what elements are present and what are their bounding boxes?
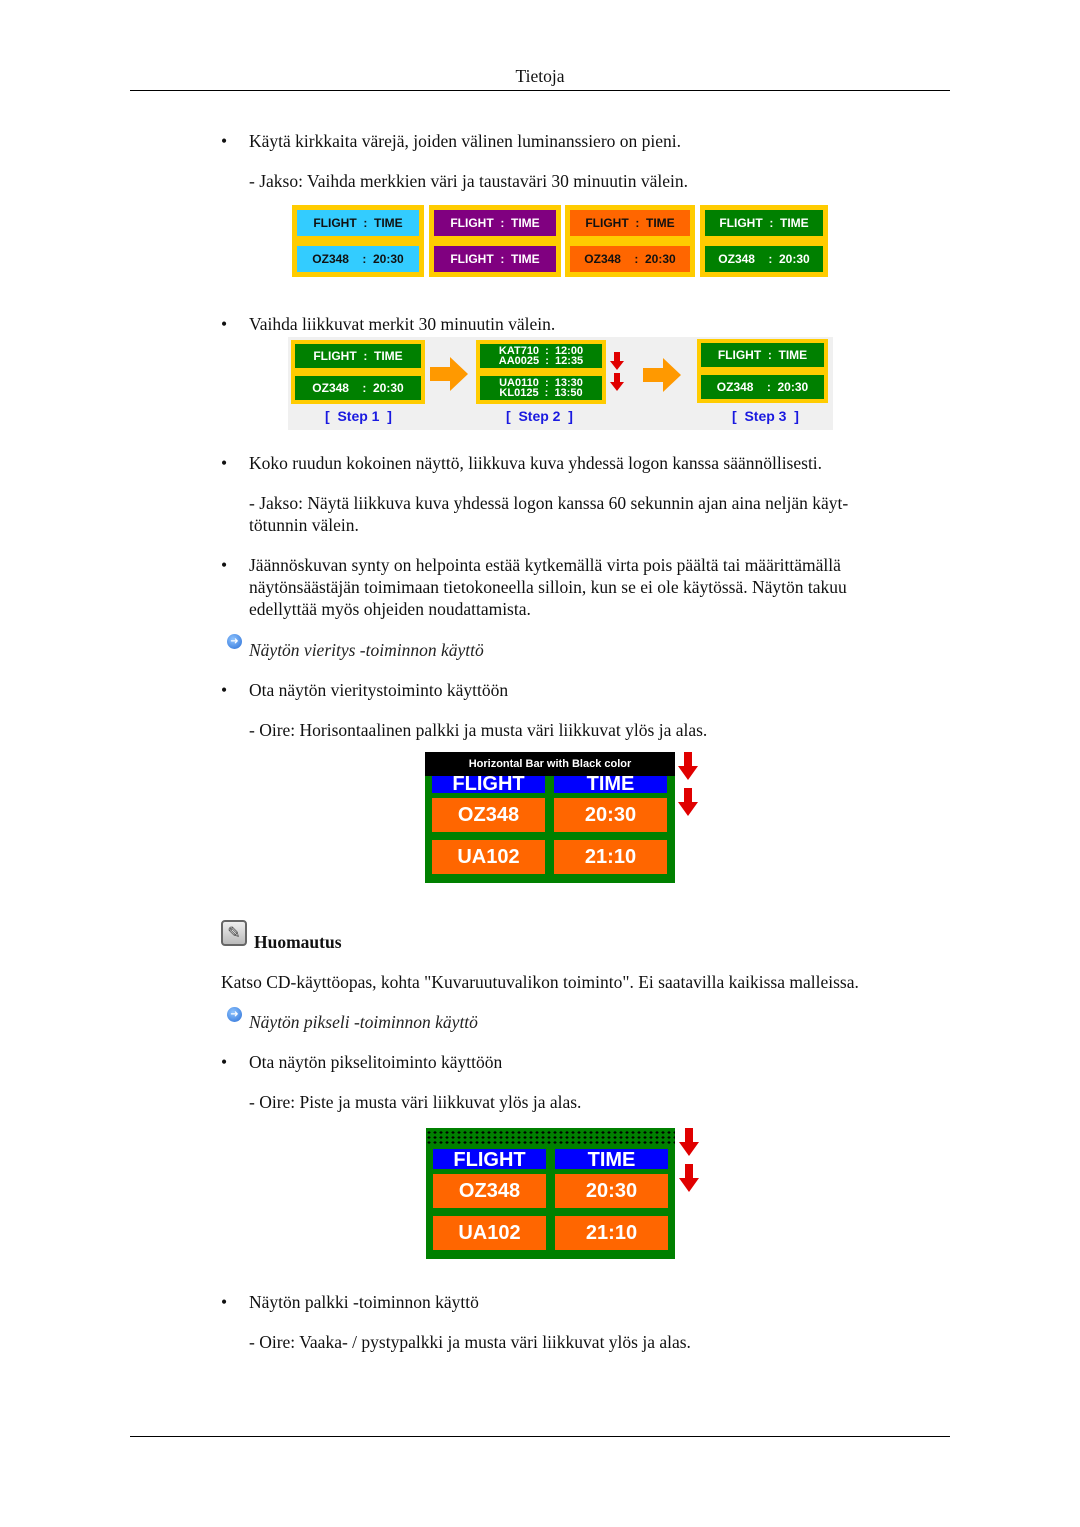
note-icon: ✎ [221, 920, 247, 946]
bullet: • [221, 680, 228, 700]
arrow-circle-icon: ➜ [227, 1007, 242, 1022]
moving-text-figure: FLIGHT : TIME OZ348 : 20:30 KAT710 : 12:… [288, 337, 833, 430]
down-arrow-icon [678, 752, 698, 780]
bullet-text: Ota näytön vieritystoiminto käyttöön [249, 680, 509, 700]
bullet-text: Koko ruudun kokoinen näyttö, liikkuva ku… [249, 453, 823, 473]
board-row: UA0110 : 13:30 KL0125 : 13:50 [480, 376, 602, 400]
pixel-figure: FLIGHT TIME OZ348 20:30 UA102 21:10 [426, 1128, 699, 1259]
arrow-circle-icon: ➜ [227, 634, 242, 649]
color-board: FLIGHT : TIME FLIGHT : TIME [429, 205, 561, 277]
board-cell: FLIGHT [432, 773, 545, 793]
sub-text: - Jakso: Näytä liikkuva kuva yhdessä log… [249, 493, 849, 513]
down-arrow-icon [679, 1128, 699, 1156]
bullet-text: Ota näytön pikselitoiminto käyttöön [249, 1052, 503, 1072]
step-label: [ Step 2 ] [506, 408, 573, 424]
scroll-text: AA0025 : 12:35 [498, 355, 584, 367]
board-cell: OZ348 [432, 798, 545, 832]
step-label: [ Step 3 ] [732, 408, 799, 424]
board-cell: 21:10 [554, 840, 667, 874]
board-row: FLIGHT : TIME [297, 210, 419, 236]
board-cell: FLIGHT [433, 1149, 546, 1169]
bullet-text: Vaihda liikkuvat merkit 30 minuutin väle… [249, 314, 556, 334]
header-divider [130, 90, 950, 91]
board-row: FLIGHT : TIME [701, 343, 824, 367]
bullet-text: näytönsäästäjän toimimaan tietokoneella … [249, 577, 847, 597]
bullet: • [221, 1292, 228, 1312]
sub-text: - Oire: Vaaka- / pystypalkki ja musta vä… [249, 1332, 691, 1352]
bullet-text: edellyttää myös ohjeiden noudattamista. [249, 599, 531, 619]
bullet: • [221, 314, 228, 334]
note-title: Huomautus [254, 932, 342, 952]
black-bar-banner: Horizontal Bar with Black color [425, 752, 675, 776]
color-board: FLIGHT : TIME OZ348 : 20:30 [700, 205, 828, 277]
step3-board: FLIGHT : TIME OZ348 : 20:30 [697, 339, 828, 403]
down-arrow-icon [678, 788, 698, 816]
board-cell: TIME [555, 1149, 668, 1169]
board-row: FLIGHT : TIME [570, 210, 690, 236]
board-cell: 20:30 [555, 1174, 668, 1208]
board-row: FLIGHT : TIME [434, 246, 556, 272]
board-cell: 21:10 [555, 1216, 668, 1250]
bullet: • [221, 555, 228, 575]
step1-board: FLIGHT : TIME OZ348 : 20:30 [291, 340, 425, 404]
board-row: OZ348 : 20:30 [295, 376, 421, 400]
sub-text: - Oire: Piste ja musta väri liikkuvat yl… [249, 1092, 582, 1112]
down-arrow-icon [679, 1164, 699, 1192]
board-row: OZ348 : 20:30 [701, 375, 824, 399]
bullet: • [221, 453, 228, 473]
sub-text: - Oire: Horisontaalinen palkki ja musta … [249, 720, 708, 740]
page-header: Tietoja [515, 66, 565, 86]
footer-divider [130, 1436, 950, 1437]
board-cell: 20:30 [554, 798, 667, 832]
board-row: FLIGHT : TIME [295, 344, 421, 368]
horizontal-bar-figure: FLIGHT TIME OZ348 20:30 UA102 21:10 Horizontal… [425, 752, 698, 883]
note-text: Katso CD-käyttöopas, kohta "Kuvaruutuval… [221, 972, 859, 992]
section-link[interactable]: Näytön vieritys -toiminnon käyttö [249, 639, 484, 661]
board-cell: OZ348 [433, 1174, 546, 1208]
board-row: FLIGHT : TIME [705, 210, 823, 236]
black-dots-row [426, 1130, 675, 1144]
bullet-text: Jäännöskuvan synty on helpointa estää ky… [249, 555, 841, 575]
step2-board: KAT710 : 12:00 AA0025 : 12:35 UA0110 : 13… [476, 340, 606, 404]
down-arrow-icon [610, 352, 624, 370]
board-row: KAT710 : 12:00 AA0025 : 12:35 [480, 344, 602, 368]
document-page: Tietoja • Käytä kirkkaita värejä, joiden… [0, 0, 1080, 1527]
step-label: [ Step 1 ] [325, 408, 392, 424]
section-link[interactable]: Näytön pikseli -toiminnon käyttö [249, 1011, 478, 1033]
board-cell: UA102 [433, 1216, 546, 1250]
board-row: OZ348 : 20:30 [297, 246, 419, 272]
sub-text: - Jakso: Vaihda merkkien väri ja taustav… [249, 171, 689, 191]
board-row: OZ348 : 20:30 [705, 246, 823, 272]
scroll-text: KL0125 : 13:50 [499, 387, 583, 399]
right-arrow-icon [643, 358, 681, 392]
right-arrow-icon [430, 357, 468, 391]
sub-text: tötunnin välein. [249, 515, 359, 535]
color-board: FLIGHT : TIME OZ348 : 20:30 [565, 205, 695, 277]
bullet: • [221, 131, 228, 151]
board-row: FLIGHT : TIME [434, 210, 556, 236]
board-row: OZ348 : 20:30 [570, 246, 690, 272]
board-cell: UA102 [432, 840, 545, 874]
bullet-text: Näytön palkki -toiminnon käyttö [249, 1292, 479, 1312]
down-arrow-icon [610, 373, 624, 391]
board-cell: TIME [554, 773, 667, 793]
bullet: • [221, 1052, 228, 1072]
color-board: FLIGHT : TIME OZ348 : 20:30 [292, 205, 424, 277]
bullet-text: Käytä kirkkaita värejä, joiden välinen l… [249, 131, 682, 151]
